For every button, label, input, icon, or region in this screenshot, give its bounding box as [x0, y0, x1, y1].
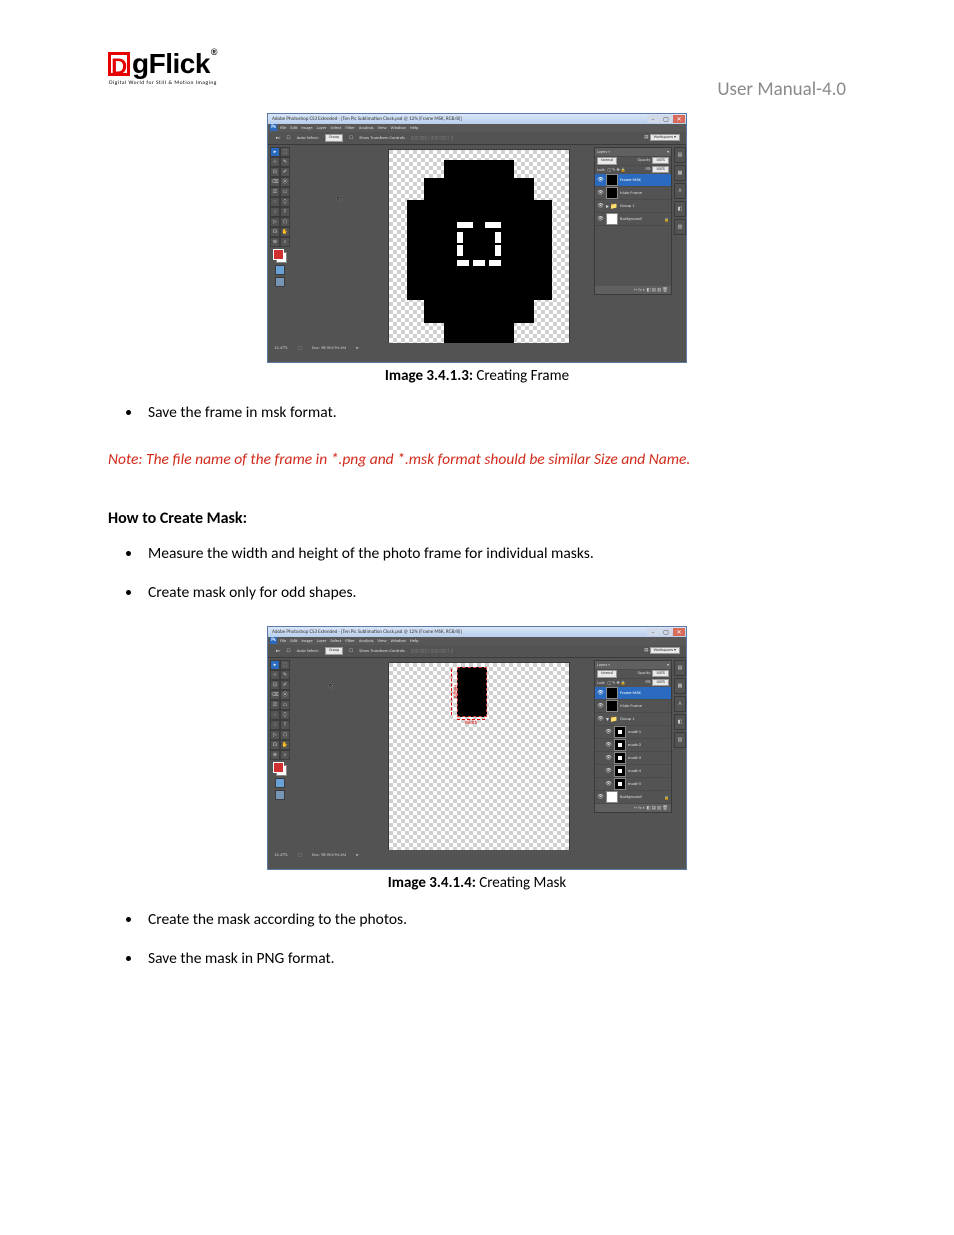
menu-file: File — [280, 126, 286, 131]
logo: D gFlick ® Digital World for Still & Mot… — [108, 50, 218, 86]
blend-mode: Normal — [597, 157, 617, 165]
menu-filter: Filter — [345, 126, 354, 131]
ps-titlebar: Adobe Photoshop CS3 Extended - [Ten Pic … — [268, 114, 686, 124]
maximize-icon: ▢ — [660, 115, 672, 123]
cursor-icon: ⇖ — [328, 682, 335, 692]
layers-footer: ➳ fx ◐ ◧ ▤ ▥ 🗑 — [595, 286, 671, 294]
layer-frame-msk: Frame MSK — [620, 691, 641, 696]
ps-title: Adobe Photoshop CS3 Extended - [Ten Pic … — [272, 116, 462, 122]
layer-mask-2: mask-2 — [628, 743, 641, 748]
opt-show-transform: Show Transform Controls — [359, 136, 405, 141]
bullet-list-1: Save the frame in msk format. — [108, 403, 846, 422]
menu-window: Window — [391, 126, 406, 131]
menu-help: Help — [410, 126, 418, 131]
layer-main-frame: Main Frame — [620, 704, 642, 709]
ps-canvas — [388, 149, 570, 351]
maximize-icon: ▢ — [660, 628, 672, 636]
ps-app-icon: Ps — [270, 124, 277, 131]
ps-titlebar-2: Adobe Photoshop CS3 Extended - [Ten Pic … — [268, 627, 686, 637]
ps-options-bar-2: ▸▹ ☐Auto-Select: Group ☐Show Transform C… — [268, 645, 686, 658]
dim-width: Width — [457, 719, 485, 726]
dim-height: Height — [451, 669, 458, 715]
bullet-odd-shapes: Create mask only for odd shapes. — [142, 583, 846, 602]
opt-autoselect: Auto-Select: — [297, 136, 319, 141]
status-doc: Doc: 98.9M/94.4M — [312, 346, 347, 351]
layer-mask-1: mask-1 — [628, 730, 641, 735]
ps-status-bar-2: 12.47%⬚Doc: 98.9M/94.4M▸ — [268, 850, 686, 860]
layer-background: Background — [620, 795, 642, 800]
layer-background: Background — [620, 217, 642, 222]
bullet-create-mask: Create the mask according to the photos. — [142, 910, 846, 929]
document-page: D gFlick ® Digital World for Still & Mot… — [0, 0, 954, 1235]
layer-main-frame: Main Frame — [620, 191, 642, 196]
logo-subtitle: Digital World for Still & Motion Imaging — [108, 80, 218, 86]
ps-menubar-2: FileEditImageLayerSelectFilterAnalysisVi… — [268, 637, 686, 645]
opt-workspace: Workspaces ▾ — [650, 134, 680, 141]
caption-1: Image 3.4.1.3: Creating Frame — [108, 367, 846, 385]
menu-layer: Layer — [317, 126, 327, 131]
menu-select: Select — [330, 126, 341, 131]
layer-mask-4: mask-4 — [628, 769, 641, 774]
section-heading: How to Create Mask: — [108, 509, 846, 528]
bullet-measure: Measure the width and height of the phot… — [142, 544, 846, 563]
caption-2: Image 3.4.1.4: Creating Mask — [108, 874, 846, 892]
bullet-list-2: Measure the width and height of the phot… — [108, 544, 846, 602]
ps-options-bar: ▸▹ ☐Auto-Select: Group ☐Show Transform C… — [268, 132, 686, 145]
ps-app-icon: Ps — [270, 637, 277, 644]
ps-status-bar: 12.47% ⬚ Doc: 98.9M/94.4M ▸ — [268, 343, 686, 353]
ps-side-tabs: ▤▦A ◧▥ — [674, 147, 686, 237]
bullet-save-msk: Save the frame in msk format. — [142, 403, 846, 422]
layer-group1: Group 1 — [620, 717, 635, 722]
menu-analysis: Analysis — [359, 126, 374, 131]
logo-d: D — [108, 52, 130, 76]
photoshop-screenshot-frame: Adobe Photoshop CS3 Extended - [Ten Pic … — [267, 113, 687, 363]
layer-frame-msk: Frame MSK — [620, 178, 641, 183]
minimize-icon: – — [647, 628, 659, 636]
layer-mask-5: mask-5 — [628, 782, 641, 787]
logo-text: gFlick — [132, 50, 210, 78]
menu-edit: Edit — [290, 126, 297, 131]
ps-toolbox-2: ▸⬚ ⊹✎ ⊡✐ ⌫⦿ ⎚▭ ◌⬯ ♢T ▷⬠ ☊✋ ⊕⌕ — [270, 660, 290, 800]
ps-layers-panel-2: Layers ×▾ Normal Opacity: 100% Lock: ▢ ✎… — [594, 660, 672, 815]
menu-view: View — [378, 126, 387, 131]
cursor-icon: ⇖ — [336, 195, 343, 205]
status-zoom: 12.47% — [274, 346, 287, 351]
bullet-list-3: Create the mask according to the photos.… — [108, 910, 846, 968]
ps-menubar: File Edit Image Layer Select Filter Anal… — [268, 124, 686, 132]
logo-reg: ® — [211, 48, 217, 57]
close-icon: ✕ — [673, 628, 685, 636]
ps-toolbox: ▸⬚ ⊹✎ ⊡✐ ⌫⦿ ⎚▭ ◌⬯ ♢T ▷⬠ ☊✋ ⊕⌕ — [270, 147, 290, 287]
ps-side-tabs-2: ▤▦A ◧▥ — [674, 660, 686, 750]
page-header: D gFlick ® Digital World for Still & Mot… — [108, 50, 846, 101]
ps-layers-panel: Layers ×▾ Normal Opacity: 100% Lock: ▢ ✎… — [594, 147, 672, 297]
note-text: Note: The file name of the frame in *.pn… — [108, 450, 846, 469]
minimize-icon: – — [647, 115, 659, 123]
opt-group-dropdown: Group — [325, 134, 343, 142]
close-icon: ✕ — [673, 115, 685, 123]
menu-image: Image — [301, 126, 312, 131]
bullet-save-png: Save the mask in PNG format. — [142, 949, 846, 968]
layer-group1: Group 1 — [620, 204, 635, 209]
layer-mask-3: mask-3 — [628, 756, 641, 761]
ps-canvas-2: Height Width — [388, 662, 570, 854]
manual-title: User Manual-4.0 — [717, 78, 846, 101]
photoshop-screenshot-mask: Adobe Photoshop CS3 Extended - [Ten Pic … — [267, 626, 687, 870]
ps-title-2: Adobe Photoshop CS3 Extended - [Ten Pic … — [272, 629, 462, 635]
layers-tab: Layers × — [597, 150, 610, 155]
